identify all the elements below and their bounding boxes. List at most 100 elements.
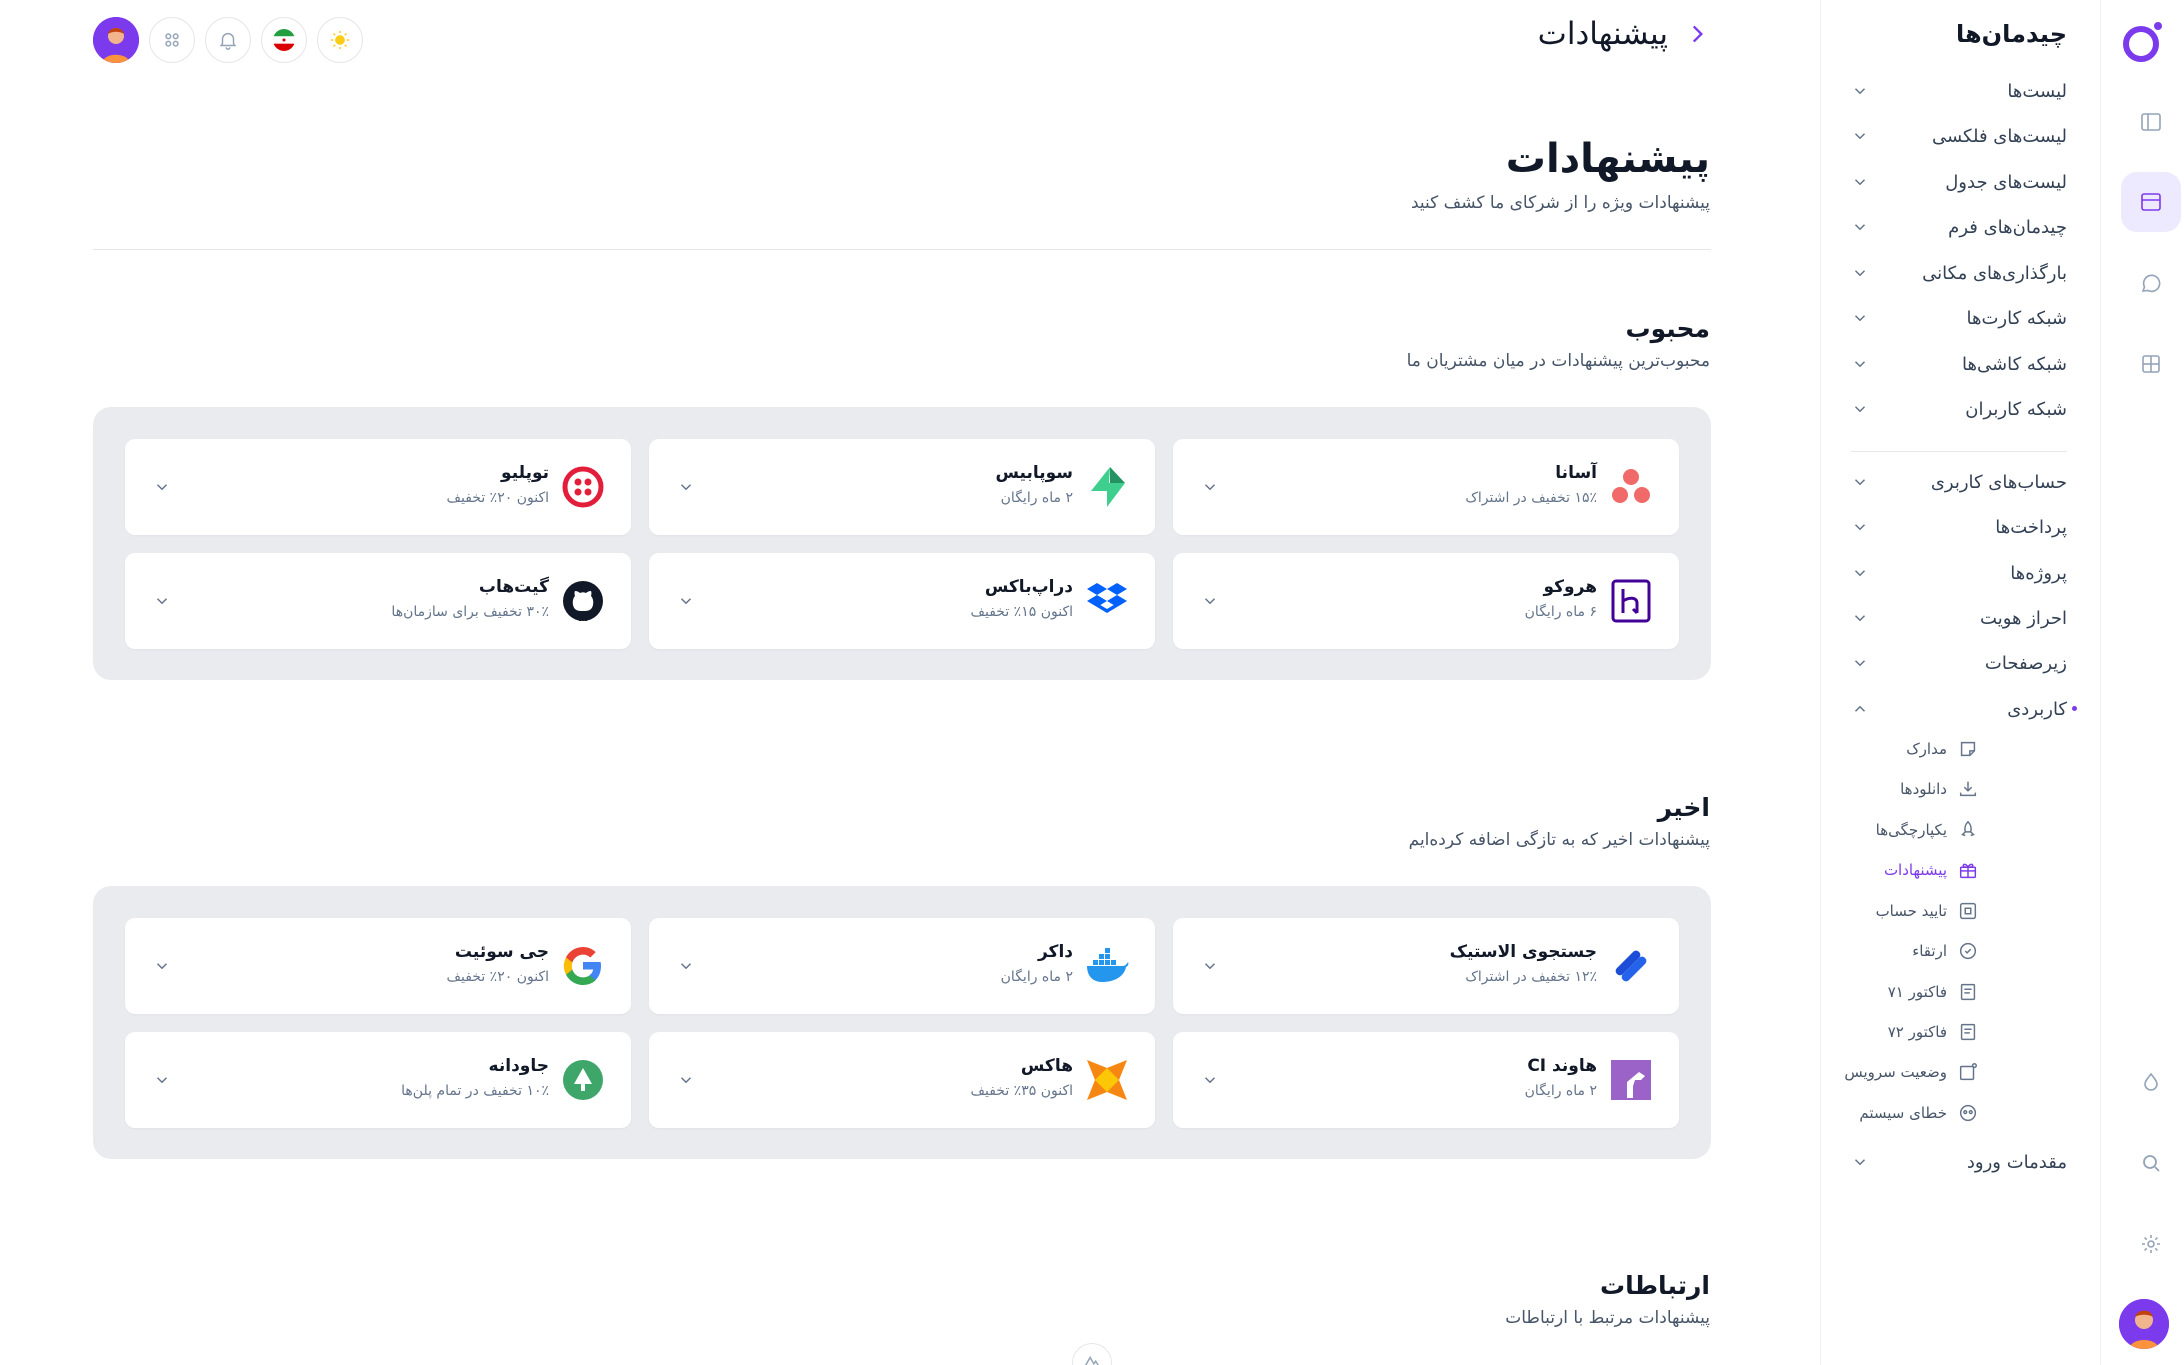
- menu-item-user-grid[interactable]: شبکه کاربران: [1851, 392, 2067, 426]
- offer-card-asana[interactable]: آسانا ۱۵٪ تخفیف در اشتراک: [1173, 439, 1679, 535]
- settings-gear-icon[interactable]: [2121, 1214, 2181, 1274]
- offer-card-haxe[interactable]: هاکس اکنون ۳۵٪ تخفیف: [649, 1032, 1155, 1128]
- menu-item-accounts[interactable]: حساب‌های کاربری: [1851, 465, 2067, 499]
- docker-icon: [1083, 942, 1131, 990]
- offer-name: جاودانه: [488, 1056, 549, 1076]
- apps-grid-icon[interactable]: [149, 17, 195, 63]
- notification-bell-icon[interactable]: [205, 17, 251, 63]
- menu-item-projects[interactable]: پروژه‌ها: [1851, 556, 2067, 590]
- chevron-down-icon[interactable]: [153, 1071, 171, 1089]
- offer-card-supabase[interactable]: سوپابیس ۲ ماه رایگان: [649, 439, 1155, 535]
- chevron-down-icon[interactable]: [677, 478, 695, 496]
- chevron-down-icon: [1854, 570, 1866, 577]
- section-title-recent: اخیر: [1657, 793, 1710, 822]
- sub-item-invoice-71[interactable]: فاکتور ۷۱: [1888, 978, 1979, 1006]
- section-title-popular: محبوب: [1625, 314, 1711, 343]
- user-avatar[interactable]: [93, 17, 139, 63]
- chevron-down-icon[interactable]: [153, 478, 171, 496]
- chevron-down-icon[interactable]: [1201, 1071, 1219, 1089]
- sub-item-system-error[interactable]: خطای سیستم: [1859, 1099, 1979, 1127]
- app-logo-icon[interactable]: [2121, 18, 2167, 64]
- menu-item-placeloads[interactable]: بارگذاری‌های مکانی: [1851, 256, 2067, 290]
- menu-item-form-layouts[interactable]: چیدمان‌های فرم: [1851, 210, 2067, 244]
- asana-icon: [1607, 463, 1655, 511]
- chevron-down-icon[interactable]: [153, 957, 171, 975]
- chevron-down-icon: [1854, 133, 1866, 140]
- download-icon: [1959, 781, 1977, 797]
- chevron-down-icon[interactable]: [1201, 478, 1219, 496]
- menu-item-login-intro[interactable]: مقدمات ورود: [1851, 1145, 2067, 1179]
- chevron-right-icon[interactable]: [1684, 21, 1710, 47]
- chevron-down-icon[interactable]: [1201, 957, 1219, 975]
- theme-sun-icon[interactable]: [317, 17, 363, 63]
- chevron-down-icon: [1854, 1159, 1866, 1166]
- offer-desc: ۶ ماه رایگان: [1524, 604, 1597, 620]
- sub-item-offers[interactable]: پیشنهادات: [1884, 856, 1979, 884]
- sub-item-label: دانلودها: [1900, 780, 1947, 798]
- chevron-down-icon: [1854, 315, 1866, 322]
- menu-item-label: احراز هویت: [1980, 607, 2067, 629]
- offer-desc: اکنون ۲۰٪ تخفیف: [446, 969, 550, 985]
- google-icon: [559, 942, 607, 990]
- search-icon[interactable]: [2121, 1133, 2181, 1193]
- section-subtitle-communication: پیشنهادات مرتبط با ارتباطات: [1505, 1308, 1710, 1328]
- menu-item-utility[interactable]: کاربردی: [1851, 692, 2067, 726]
- offer-card-docker[interactable]: داکر ۲ ماه رایگان: [649, 918, 1155, 1014]
- offer-card-heroku[interactable]: هروکو ۶ ماه رایگان: [1173, 553, 1679, 649]
- layouts-icon[interactable]: [2121, 172, 2181, 232]
- menu-item-table-lists[interactable]: لیست‌های جدول: [1851, 165, 2067, 199]
- language-flag-icon[interactable]: [261, 17, 307, 63]
- offer-card-dropbox[interactable]: دراپ‌باکس اکنون ۱۵٪ تخفیف: [649, 553, 1155, 649]
- nuxt-devtools-icon[interactable]: [1072, 1343, 1112, 1365]
- offer-name: هاوند CI: [1527, 1056, 1597, 1076]
- top-actions: [93, 17, 363, 63]
- elastic-icon: [1607, 942, 1655, 990]
- grid-icon[interactable]: [2121, 334, 2181, 394]
- offer-card-gsuite[interactable]: جی سوئیت اکنون ۲۰٪ تخفیف: [125, 918, 631, 1014]
- heroku-icon: [1607, 577, 1655, 625]
- offer-desc: ۲ ماه رایگان: [1524, 1083, 1597, 1099]
- offer-card-elastic[interactable]: جستجوی الاستیک ۱۲٪ تخفیف در اشتراک: [1173, 918, 1679, 1014]
- sub-item-label: مدارک: [1906, 740, 1947, 758]
- chevron-down-icon[interactable]: [677, 592, 695, 610]
- offer-name: آسانا: [1555, 463, 1597, 483]
- menu-item-card-grid[interactable]: شبکه کارت‌ها: [1851, 301, 2067, 335]
- user-avatar[interactable]: [2119, 1299, 2169, 1349]
- sub-item-downloads[interactable]: دانلودها: [1900, 775, 1979, 803]
- menu-item-tile-grid[interactable]: شبکه کاشی‌ها: [1851, 347, 2067, 381]
- main-content: پیشنهادات پیشنهادات پیشنهادات ویژه را از…: [0, 0, 1805, 1365]
- offer-desc: ۱۵٪ تخفیف در اشتراک: [1465, 490, 1597, 506]
- menu-item-label: پرداخت‌ها: [1995, 516, 2067, 538]
- houndci-icon: [1607, 1056, 1655, 1104]
- menu-item-auth[interactable]: احراز هویت: [1851, 601, 2067, 635]
- offer-card-github[interactable]: گیت‌هاب ۳۰٪ تخفیف برای سازمان‌ها: [125, 553, 631, 649]
- menu-divider: [1851, 451, 2067, 452]
- menu-item-flex-lists[interactable]: لیست‌های فلکسی: [1851, 119, 2067, 153]
- sub-item-service-status[interactable]: وضعیت سرویس: [1844, 1058, 1979, 1086]
- sub-item-documents[interactable]: مدارک: [1906, 735, 1979, 763]
- menu-item-label: لیست‌های فلکسی: [1932, 125, 2067, 147]
- offer-card-twilio[interactable]: توپلیو اکنون ۲۰٪ تخفیف: [125, 439, 631, 535]
- offer-card-eternal[interactable]: جاودانه ۱۰٪ تخفیف در تمام پلن‌ها: [125, 1032, 631, 1128]
- section-subtitle-recent: پیشنهادات اخیر که به تازگی اضافه کرده‌ای…: [1408, 830, 1710, 850]
- chevron-down-icon[interactable]: [677, 957, 695, 975]
- sub-item-integrations[interactable]: یکپارچگی‌ها: [1876, 816, 1979, 844]
- sub-item-upgrade[interactable]: ارتقاء: [1912, 937, 1979, 965]
- chevron-down-icon[interactable]: [1201, 592, 1219, 610]
- sub-item-invoice-72[interactable]: فاکتور ۷۲: [1888, 1018, 1979, 1046]
- water-drop-icon[interactable]: [2121, 1052, 2181, 1112]
- chevron-down-icon[interactable]: [677, 1071, 695, 1089]
- eternal-icon: [559, 1056, 607, 1104]
- menu-item-payments[interactable]: پرداخت‌ها: [1851, 510, 2067, 544]
- section-title-communication: ارتباطات: [1600, 1271, 1710, 1300]
- menu-item-lists[interactable]: لیست‌ها: [1851, 74, 2067, 108]
- chat-icon[interactable]: [2121, 254, 2181, 314]
- menu-item-subpages[interactable]: زیرصفحات: [1851, 646, 2067, 680]
- active-bullet: [2072, 706, 2077, 711]
- chevron-down-icon[interactable]: [153, 592, 171, 610]
- invoice-icon: [1960, 1023, 1976, 1041]
- sub-item-label: ارتقاء: [1912, 942, 1947, 960]
- sub-item-verify-account[interactable]: تایید حساب: [1876, 897, 1979, 925]
- offer-card-houndci[interactable]: هاوند CI ۲ ماه رایگان: [1173, 1032, 1679, 1128]
- sidebar-toggle-icon[interactable]: [2121, 92, 2181, 152]
